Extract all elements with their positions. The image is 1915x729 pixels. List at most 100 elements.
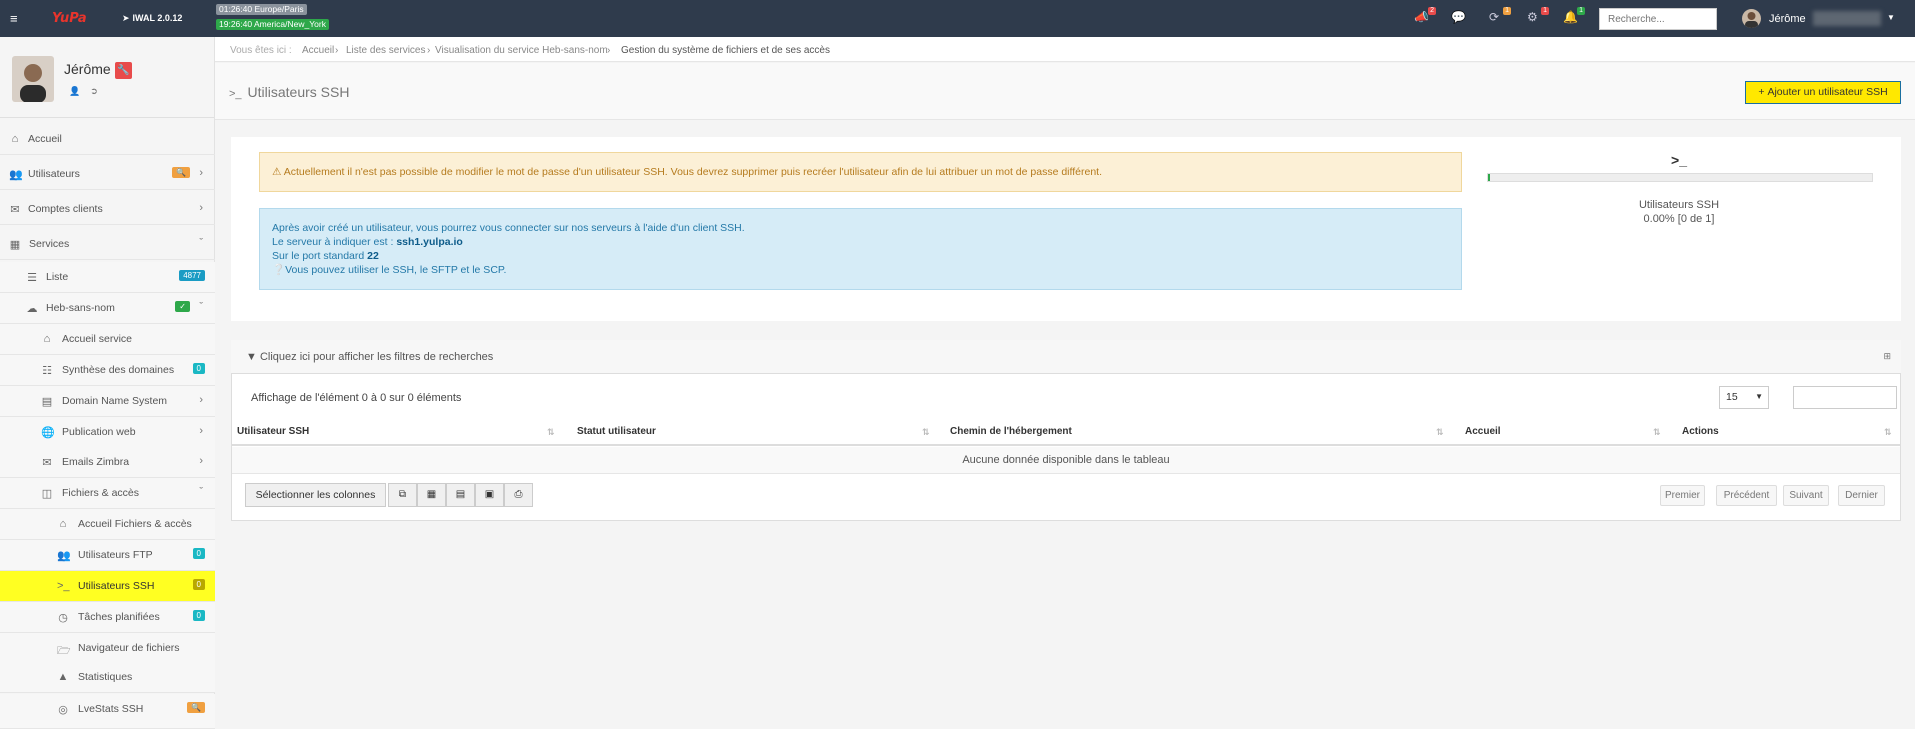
caret-down-icon[interactable]: ▼ [1887, 13, 1895, 22]
table-search-input[interactable] [1793, 386, 1897, 409]
stat-widget: >_ [1485, 150, 1873, 168]
sidebar-item-accueil-service[interactable]: ⌂ Accueil service [0, 324, 215, 355]
notification-badge: 2 [1428, 7, 1436, 15]
sidebar-item-navigateur-fichiers[interactable]: 🗁 Navigateur de fichiers [0, 633, 215, 664]
pagination-last[interactable]: Dernier [1838, 485, 1885, 506]
user-avatar[interactable] [1742, 9, 1761, 28]
pagination-next[interactable]: Suivant [1783, 485, 1829, 506]
user-icon[interactable]: 👤 [68, 84, 82, 98]
sidebar-item-accueil-fichiers[interactable]: ⌂ Accueil Fichiers & accès [0, 509, 215, 540]
sidebar-item-synthese-domaines[interactable]: ☷ Synthèse des domaines 0 [0, 355, 215, 386]
table-header: Utilisateur SSH ⇅ Statut utilisateur ⇅ C… [232, 421, 1900, 446]
info-text-line: Après avoir créé un utilisateur, vous po… [272, 222, 745, 234]
profile-name: Jérôme [64, 61, 111, 77]
notification-badge: 1 [1577, 7, 1585, 15]
sidebar-item-fichiers-acces[interactable]: ◫ Fichiers & accès ˇ [0, 478, 215, 509]
sidebar-item-comptes-clients[interactable]: ✉ Comptes clients › [0, 194, 215, 225]
envelope-icon: ✉ [42, 457, 52, 469]
spinner-icon[interactable]: ⟳ 1 [1489, 7, 1511, 26]
count-badge: 0 [192, 579, 205, 590]
filter-toggle-bar[interactable]: ▼ Cliquez ici pour afficher les filtres … [231, 340, 1901, 374]
count-badge: 0 [192, 610, 205, 621]
sidebar-toggle-icon[interactable]: ≡ [10, 11, 18, 26]
megaphone-icon[interactable]: 📣 2 [1414, 7, 1436, 26]
chevron-right-icon: › [199, 394, 203, 406]
sidebar-item-liste[interactable]: ☰ Liste 4877 [0, 262, 215, 293]
pagination-first[interactable]: Premier [1660, 485, 1705, 506]
expand-icon[interactable]: ⊞ [1883, 351, 1891, 362]
list-icon: ☰ [27, 272, 37, 284]
sort-icon[interactable]: ⇅ [922, 427, 930, 438]
select-columns-button[interactable]: Sélectionner les colonnes [245, 483, 386, 507]
sidebar-item-taches-planifiees[interactable]: ◷ Tâches planifiées 0 [0, 602, 215, 633]
chevron-down-icon: ˇ [199, 486, 203, 498]
column-header-chemin[interactable]: Chemin de l'hébergement [950, 426, 1072, 437]
svg-text:YuPa: YuPa [52, 11, 87, 26]
sort-asc-icon[interactable]: ⇅ [547, 427, 555, 438]
cloud-icon: ☁ [26, 303, 38, 315]
breadcrumb-item-accueil[interactable]: Accueil [302, 45, 334, 56]
user-name[interactable]: Jérôme [1769, 13, 1806, 25]
breadcrumb-item-service[interactable]: Visualisation du service Heb-sans-nom [435, 45, 608, 56]
sort-icon[interactable]: ⇅ [1436, 427, 1444, 438]
info-alert: Après avoir créé un utilisateur, vous po… [259, 208, 1462, 290]
sidebar-item-accueil[interactable]: ⌂ Accueil [0, 124, 215, 155]
wrench-icon[interactable]: 🔧 [115, 62, 132, 79]
sidebar-item-utilisateurs[interactable]: 👥 Utilisateurs 🔍 › [0, 159, 215, 190]
column-header-accueil[interactable]: Accueil [1465, 426, 1501, 437]
info-text-line: ❔Vous pouvez utiliser le SSH, le SFTP et… [272, 264, 507, 276]
users-icon: 👥 [9, 169, 23, 181]
breadcrumb-separator: › [427, 45, 431, 56]
clock-paris: 01:26:40 Europe/Paris [216, 4, 307, 15]
info-text-line: Le serveur à indiquer est : ssh1.yulpa.i… [272, 236, 463, 248]
profile-avatar [12, 56, 54, 102]
gear-icon[interactable]: ⚙ 1 [1527, 7, 1549, 26]
question-circle-icon: ❔ [272, 264, 286, 276]
column-header-actions[interactable]: Actions [1682, 426, 1719, 437]
chevron-right-icon: › [199, 425, 203, 437]
logout-icon[interactable]: ➲ [87, 84, 101, 98]
sidebar-item-heb-sans-nom[interactable]: ☁ Heb-sans-nom ✓ ˇ [0, 293, 215, 324]
terminal-icon: >_ [57, 580, 70, 592]
breadcrumb-prefix: Vous êtes ici : [230, 45, 292, 56]
sort-icon[interactable]: ⇅ [1653, 427, 1661, 438]
sidebar-item-services[interactable]: ▦ Services ˇ [0, 229, 215, 260]
column-header-utilisateur-ssh[interactable]: Utilisateur SSH [237, 426, 309, 437]
sort-icon[interactable]: ⇅ [1884, 427, 1892, 438]
copy-icon[interactable]: ⧉ [388, 483, 417, 507]
breadcrumb-item-liste-services[interactable]: Liste des services [346, 45, 425, 56]
sidebar-item-utilisateurs-ftp[interactable]: 👥 Utilisateurs FTP 0 [0, 540, 215, 571]
sidebar-item-statistiques[interactable]: ▲ Statistiques [0, 662, 215, 693]
pagination-previous[interactable]: Précédent [1716, 485, 1777, 506]
excel-icon[interactable]: ▦ [417, 483, 446, 507]
sidebar-profile: Jérôme 🔧 👤 ➲ [0, 37, 214, 118]
global-search-input[interactable] [1599, 8, 1717, 30]
sidebar-item-utilisateurs-ssh[interactable]: >_ Utilisateurs SSH 0 [0, 571, 215, 602]
add-ssh-user-button[interactable]: + Ajouter un utilisateur SSH [1745, 81, 1901, 104]
column-header-statut[interactable]: Statut utilisateur [577, 426, 656, 437]
sidebar-item-dns[interactable]: ▤ Domain Name System › [0, 386, 215, 417]
breadcrumb-item-current: Gestion du système de fichiers et de ses… [621, 45, 830, 56]
bell-icon[interactable]: 🔔 1 [1563, 7, 1585, 26]
terminal-icon: >_ [1671, 152, 1687, 168]
brand-logo[interactable]: YuPa [50, 6, 92, 28]
count-badge: 4877 [179, 270, 205, 281]
chevron-right-icon: › [199, 202, 203, 214]
sidebar-item-publication-web[interactable]: 🌐 Publication web › [0, 417, 215, 448]
sidebar-item-emails-zimbra[interactable]: ✉ Emails Zimbra › [0, 447, 215, 478]
globe-icon: 🌐 [41, 427, 55, 439]
pdf-icon[interactable]: ▣ [475, 483, 504, 507]
life-ring-icon: ◎ [58, 704, 68, 716]
chat-icon[interactable]: 💬 [1451, 10, 1467, 26]
check-icon: ✓ [175, 301, 190, 312]
filter-toggle[interactable]: ▼ Cliquez ici pour afficher les filtres … [246, 351, 493, 363]
page-length-select[interactable]: 15 ▼ [1719, 386, 1769, 409]
home-icon: ⌂ [11, 133, 19, 145]
select-arrow-icon: ▼ [1755, 392, 1763, 401]
breadcrumb: Vous êtes ici : Accueil › Liste des serv… [215, 37, 1915, 62]
sidebar-item-lvestats-ssh[interactable]: ◎ LveStats SSH 🔍 [0, 694, 215, 729]
terminal-icon: >_ [229, 88, 242, 100]
print-icon[interactable]: ⎙ [504, 483, 533, 507]
sitemap-icon: ☷ [42, 365, 52, 377]
csv-icon[interactable]: ▤ [446, 483, 475, 507]
